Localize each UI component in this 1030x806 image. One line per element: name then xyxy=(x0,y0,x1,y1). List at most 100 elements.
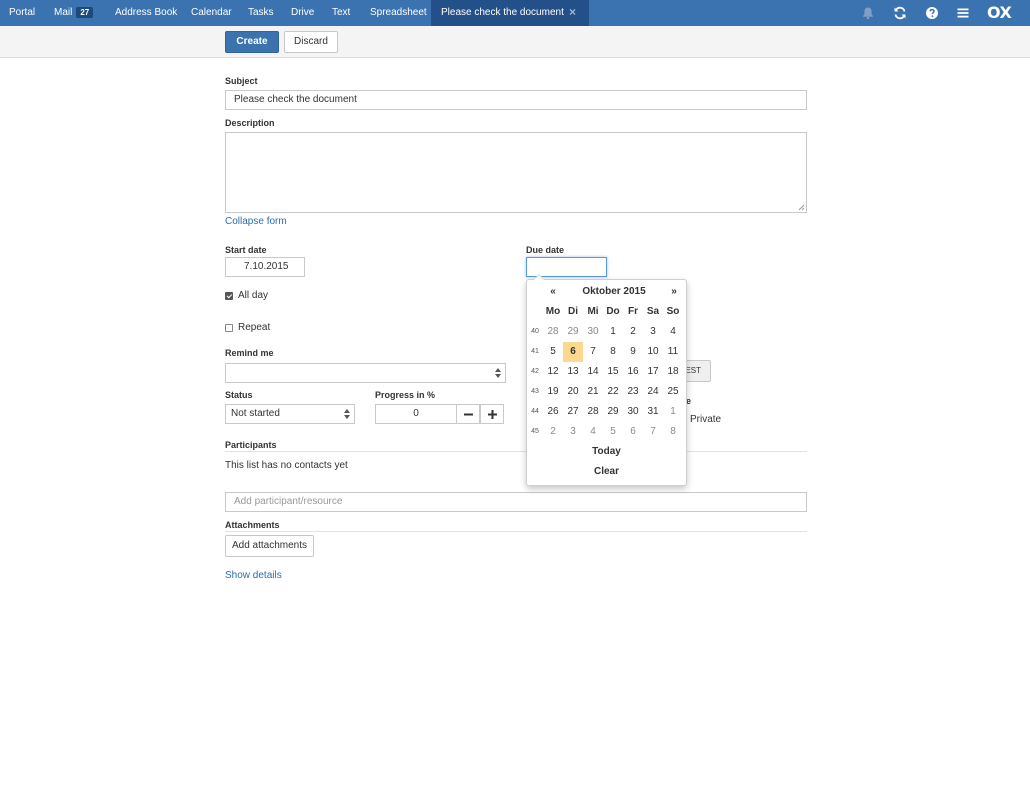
collapse-form-link[interactable]: Collapse form xyxy=(225,216,287,227)
bell-icon[interactable] xyxy=(860,5,876,21)
show-details-link[interactable]: Show details xyxy=(225,570,282,581)
datepicker-next-button[interactable]: » xyxy=(664,282,684,302)
status-label: Status xyxy=(225,390,253,400)
due-date-datepicker: « Oktober 2015 » Mo Di Mi Do Fr Sa So 40 28 29 30 1… xyxy=(526,274,687,486)
datepicker-day[interactable]: 24 xyxy=(643,382,663,402)
subject-input[interactable]: Please check the document xyxy=(225,90,807,110)
datepicker-clear-button[interactable]: Clear xyxy=(527,462,686,482)
weekday-header: Sa xyxy=(646,306,660,317)
datepicker-day[interactable]: 15 xyxy=(603,362,623,382)
datepicker-day[interactable]: 29 xyxy=(603,402,623,422)
select-arrows-icon xyxy=(495,368,501,378)
all-day-checkbox[interactable] xyxy=(225,292,233,300)
nav-text[interactable]: Text xyxy=(332,0,350,26)
datepicker-caret xyxy=(533,274,545,280)
datepicker-day[interactable]: 23 xyxy=(623,382,643,402)
datepicker-today-button[interactable]: Today xyxy=(527,442,686,462)
participants-divider xyxy=(225,451,807,452)
datepicker-day[interactable]: 8 xyxy=(603,342,623,362)
datepicker-day[interactable]: 2 xyxy=(623,322,643,342)
remind-me-select[interactable] xyxy=(225,363,506,383)
datepicker-day[interactable]: 17 xyxy=(643,362,663,382)
private-label: Private xyxy=(690,414,722,425)
week-number: 45 xyxy=(531,428,539,435)
week-number: 43 xyxy=(531,388,539,395)
repeat-checkbox[interactable] xyxy=(225,324,233,332)
create-button[interactable]: Create xyxy=(225,31,279,53)
status-select[interactable]: Not started xyxy=(225,404,355,424)
top-navigation-bar: Portal Mail 27 Address Book Calendar Task… xyxy=(0,0,1030,26)
datepicker-day[interactable]: 30 xyxy=(583,322,603,342)
week-number: 40 xyxy=(531,328,539,335)
progress-input[interactable]: 0 xyxy=(375,404,457,424)
nav-portal[interactable]: Portal xyxy=(9,0,35,26)
datepicker-day[interactable]: 22 xyxy=(603,382,623,402)
mail-unread-badge: 27 xyxy=(76,7,94,18)
datepicker-prev-button[interactable]: « xyxy=(543,282,563,302)
datepicker-day[interactable]: 3 xyxy=(643,322,663,342)
discard-button[interactable]: Discard xyxy=(284,31,338,53)
datepicker-day[interactable]: 9 xyxy=(623,342,643,362)
datepicker-day[interactable]: 19 xyxy=(543,382,563,402)
add-participant-input[interactable]: Add participant/resource xyxy=(225,492,807,512)
datepicker-day[interactable]: 30 xyxy=(623,402,643,422)
datepicker-day[interactable]: 28 xyxy=(543,322,563,342)
start-date-input[interactable]: 7.10.2015 xyxy=(225,257,305,277)
refresh-icon[interactable] xyxy=(892,5,908,21)
datepicker-day[interactable]: 4 xyxy=(663,322,683,342)
progress-decrement-button[interactable] xyxy=(456,404,480,424)
description-textarea[interactable] xyxy=(225,132,807,213)
datepicker-day[interactable]: 5 xyxy=(543,342,563,362)
datepicker-day[interactable]: 2 xyxy=(543,422,563,442)
tab-task-edit[interactable]: Please check the document × xyxy=(431,0,589,26)
nav-mail[interactable]: Mail 27 xyxy=(54,0,94,26)
datepicker-day[interactable]: 25 xyxy=(663,382,683,402)
datepicker-day[interactable]: 14 xyxy=(583,362,603,382)
week-number: 44 xyxy=(531,408,539,415)
weekday-header: Mi xyxy=(587,306,599,317)
datepicker-day[interactable]: 29 xyxy=(563,322,583,342)
datepicker-day[interactable]: 8 xyxy=(663,422,683,442)
datepicker-day[interactable]: 16 xyxy=(623,362,643,382)
all-day-label: All day xyxy=(238,290,269,301)
datepicker-day[interactable]: 6 xyxy=(623,422,643,442)
datepicker-day[interactable]: 31 xyxy=(643,402,663,422)
nav-calendar[interactable]: Calendar xyxy=(191,0,232,26)
datepicker-day[interactable]: 3 xyxy=(563,422,583,442)
datepicker-month-title[interactable]: Oktober 2015 xyxy=(567,282,661,302)
datepicker-day[interactable]: 10 xyxy=(643,342,663,362)
datepicker-day[interactable]: 13 xyxy=(563,362,583,382)
menu-icon[interactable] xyxy=(955,5,971,21)
weekday-header: Fr xyxy=(628,306,638,317)
no-contacts-text: This list has no contacts yet xyxy=(225,460,348,471)
nav-spreadsheet[interactable]: Spreadsheet xyxy=(370,0,427,26)
datepicker-day[interactable]: 26 xyxy=(543,402,563,422)
datepicker-day[interactable]: 11 xyxy=(663,342,683,362)
datepicker-day-today[interactable]: 6 xyxy=(563,342,583,362)
weekday-header: Do xyxy=(606,306,620,317)
help-icon[interactable] xyxy=(924,5,940,21)
datepicker-day[interactable]: 21 xyxy=(583,382,603,402)
datepicker-day[interactable]: 7 xyxy=(643,422,663,442)
datepicker-day[interactable]: 4 xyxy=(583,422,603,442)
attachments-label: Attachments xyxy=(225,520,280,530)
datepicker-day[interactable]: 28 xyxy=(583,402,603,422)
attachments-divider xyxy=(225,531,807,532)
nav-address-book[interactable]: Address Book xyxy=(115,0,177,26)
nav-drive[interactable]: Drive xyxy=(291,0,314,26)
datepicker-day[interactable]: 7 xyxy=(583,342,603,362)
subject-label: Subject xyxy=(225,76,258,86)
datepicker-day[interactable]: 5 xyxy=(603,422,623,442)
nav-tasks[interactable]: Tasks xyxy=(248,0,274,26)
datepicker-day[interactable]: 20 xyxy=(563,382,583,402)
resize-handle-icon[interactable] xyxy=(798,204,805,211)
datepicker-day[interactable]: 1 xyxy=(663,402,683,422)
progress-increment-button[interactable] xyxy=(480,404,504,424)
datepicker-day[interactable]: 18 xyxy=(663,362,683,382)
start-date-label: Start date xyxy=(225,245,267,255)
add-attachments-button[interactable]: Add attachments xyxy=(225,535,314,557)
datepicker-day[interactable]: 27 xyxy=(563,402,583,422)
datepicker-day[interactable]: 1 xyxy=(603,322,623,342)
close-icon[interactable]: × xyxy=(569,0,576,25)
datepicker-day[interactable]: 12 xyxy=(543,362,563,382)
